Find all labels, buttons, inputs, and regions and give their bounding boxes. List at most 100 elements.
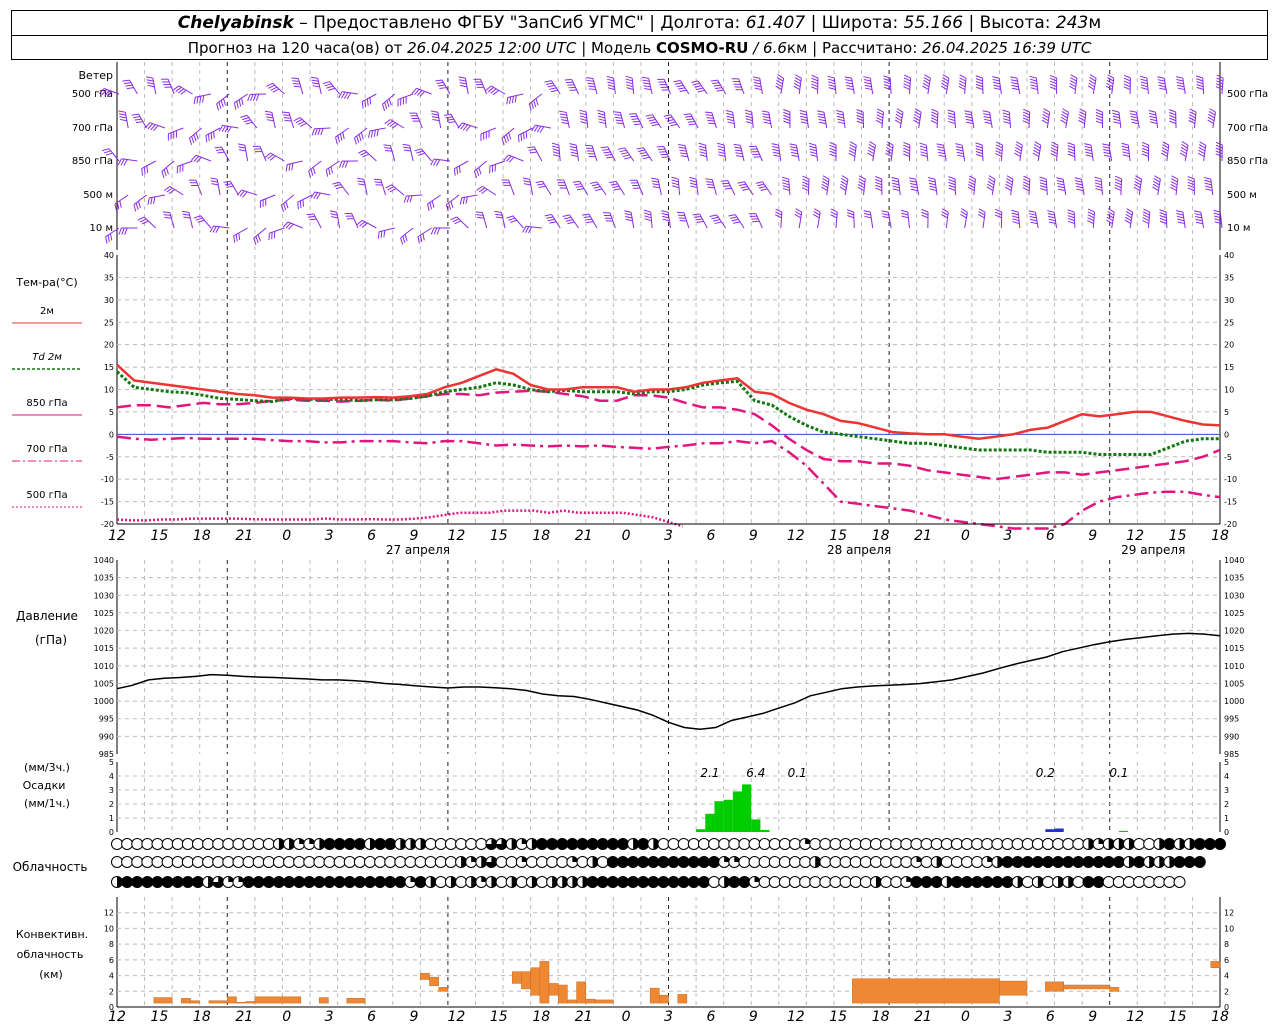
cloud-cover-icon — [414, 838, 427, 850]
cloud-circle — [839, 856, 852, 868]
wind-barb-flag — [688, 123, 697, 126]
wind-barb-flag — [726, 115, 734, 119]
cloud-fill — [587, 838, 599, 850]
wind-barb-flag — [1157, 76, 1165, 79]
wind-barb-flag — [754, 87, 762, 91]
wind-barb-flag — [1162, 141, 1170, 146]
cloud-cover-icon — [829, 838, 842, 850]
wind-barb-flag — [745, 121, 753, 125]
time-tick-label: 21 — [575, 528, 593, 544]
wind-barb-flag — [892, 185, 900, 189]
time-tick-label: 9 — [1088, 528, 1097, 544]
wind-barb-flag — [615, 119, 623, 122]
wind-barb-flag — [196, 96, 199, 104]
wind-barb-flag — [745, 115, 753, 119]
pres-ytick-label: 1040 — [1224, 556, 1244, 565]
cloud-cover-icon — [1183, 856, 1196, 868]
cloud-fill — [688, 876, 700, 888]
wind-barb-flag — [901, 215, 909, 219]
cloud-cover-icon — [627, 856, 640, 868]
wind-barb-flag — [761, 110, 769, 113]
wind-barb-flag — [876, 114, 884, 119]
wind-barb-flag — [1194, 213, 1202, 216]
wind-barb-flag — [967, 186, 975, 191]
wind-barb-flag — [1141, 150, 1149, 155]
wind-barb-flag — [125, 84, 133, 87]
wind-barb-flag — [430, 110, 438, 113]
wind-barb-flag — [458, 165, 461, 173]
cloud-cover-icon — [1021, 838, 1034, 850]
wind-barb-flag — [418, 152, 426, 156]
wind-level-label: 500 гПа — [72, 89, 113, 100]
wind-barb-flag — [456, 167, 459, 175]
wind-barb-flag — [800, 115, 808, 119]
wind-barb-flag — [1079, 108, 1087, 113]
cloud-circle — [1021, 876, 1034, 888]
wind-barb-flag — [360, 151, 367, 156]
cloud-circle — [900, 838, 913, 850]
cloud-cover-icon — [262, 876, 275, 888]
wind-barb-flag — [624, 213, 632, 216]
cloud-cover-icon — [728, 838, 741, 850]
wind-barb-flag — [630, 115, 638, 118]
cloud-circle — [262, 856, 275, 868]
wind-barb-flag — [687, 120, 695, 123]
wind-barb-flag — [1195, 218, 1203, 222]
wind-barb-flag — [789, 143, 797, 146]
wind-barb-flag — [402, 235, 406, 243]
wind-barb-flag — [633, 123, 642, 126]
wind-barb-flag — [527, 226, 533, 234]
wind-barb-flag — [227, 126, 232, 134]
wind-barb-flag — [582, 213, 590, 216]
wind-barb-flag — [1022, 117, 1030, 122]
cloud-fill — [617, 876, 629, 888]
wind-barb-flag — [1112, 112, 1120, 116]
wind-barb-flag — [1048, 218, 1056, 222]
wind-barb-flag — [1204, 185, 1213, 189]
pres-ytick-label: 1010 — [1224, 662, 1244, 671]
wind-barb-flag — [1006, 178, 1013, 183]
wind-barb-flag — [514, 95, 517, 103]
time-tick-label: 15 — [151, 1009, 169, 1024]
wind-barb-flag — [799, 109, 807, 113]
pressure-unit: (гПа) — [35, 633, 67, 647]
wind-barb-flag — [817, 113, 825, 116]
wind-barb-flag — [1175, 76, 1183, 79]
wind-barb-flag — [1125, 216, 1132, 222]
wind-barb-flag — [445, 116, 453, 119]
time-tick-label: 15 — [1169, 1009, 1187, 1024]
cloud-cover-icon — [1021, 856, 1034, 868]
cloud-circle — [262, 838, 275, 850]
wind-barb-flag — [692, 82, 700, 86]
cloud-circle — [1143, 838, 1156, 850]
wind-barb-flag — [846, 209, 854, 213]
cloud-circle — [819, 856, 832, 868]
wind-barb-flag — [1159, 212, 1167, 216]
cloud-circle — [708, 876, 721, 888]
convective-cloud-bar — [1045, 981, 1064, 992]
wind-barb-flag — [717, 145, 725, 149]
wind-barb-flag — [238, 146, 246, 149]
cloud-cover-icon — [181, 876, 194, 888]
wind-barb-flag — [876, 108, 884, 113]
wind-barb-flag — [1067, 148, 1075, 152]
convective-cloud-bar — [346, 998, 366, 1004]
wind-barb-flag — [533, 100, 537, 108]
wind-barb-flag — [1122, 154, 1130, 158]
cloud-circle — [900, 856, 913, 868]
wind-barb-flag — [713, 84, 721, 87]
cloud-cover-icon — [475, 876, 488, 888]
cloud-cover-icon — [191, 876, 204, 888]
cloud-circle — [394, 856, 407, 868]
cloud-fill — [1133, 856, 1145, 868]
cloud-cover-icon — [475, 856, 488, 868]
wind-barb-flag — [763, 118, 771, 122]
pres-ytick-label: 1000 — [94, 697, 114, 706]
wind-barb-flag — [811, 74, 819, 79]
wind-barb-flag — [696, 221, 704, 223]
temp-ytick-label: -10 — [1224, 475, 1237, 484]
cloud-cover-icon — [434, 876, 447, 888]
wind-barb-flag — [369, 97, 372, 105]
wind-barb-flag — [195, 132, 199, 140]
cloud-fill — [1042, 856, 1054, 868]
